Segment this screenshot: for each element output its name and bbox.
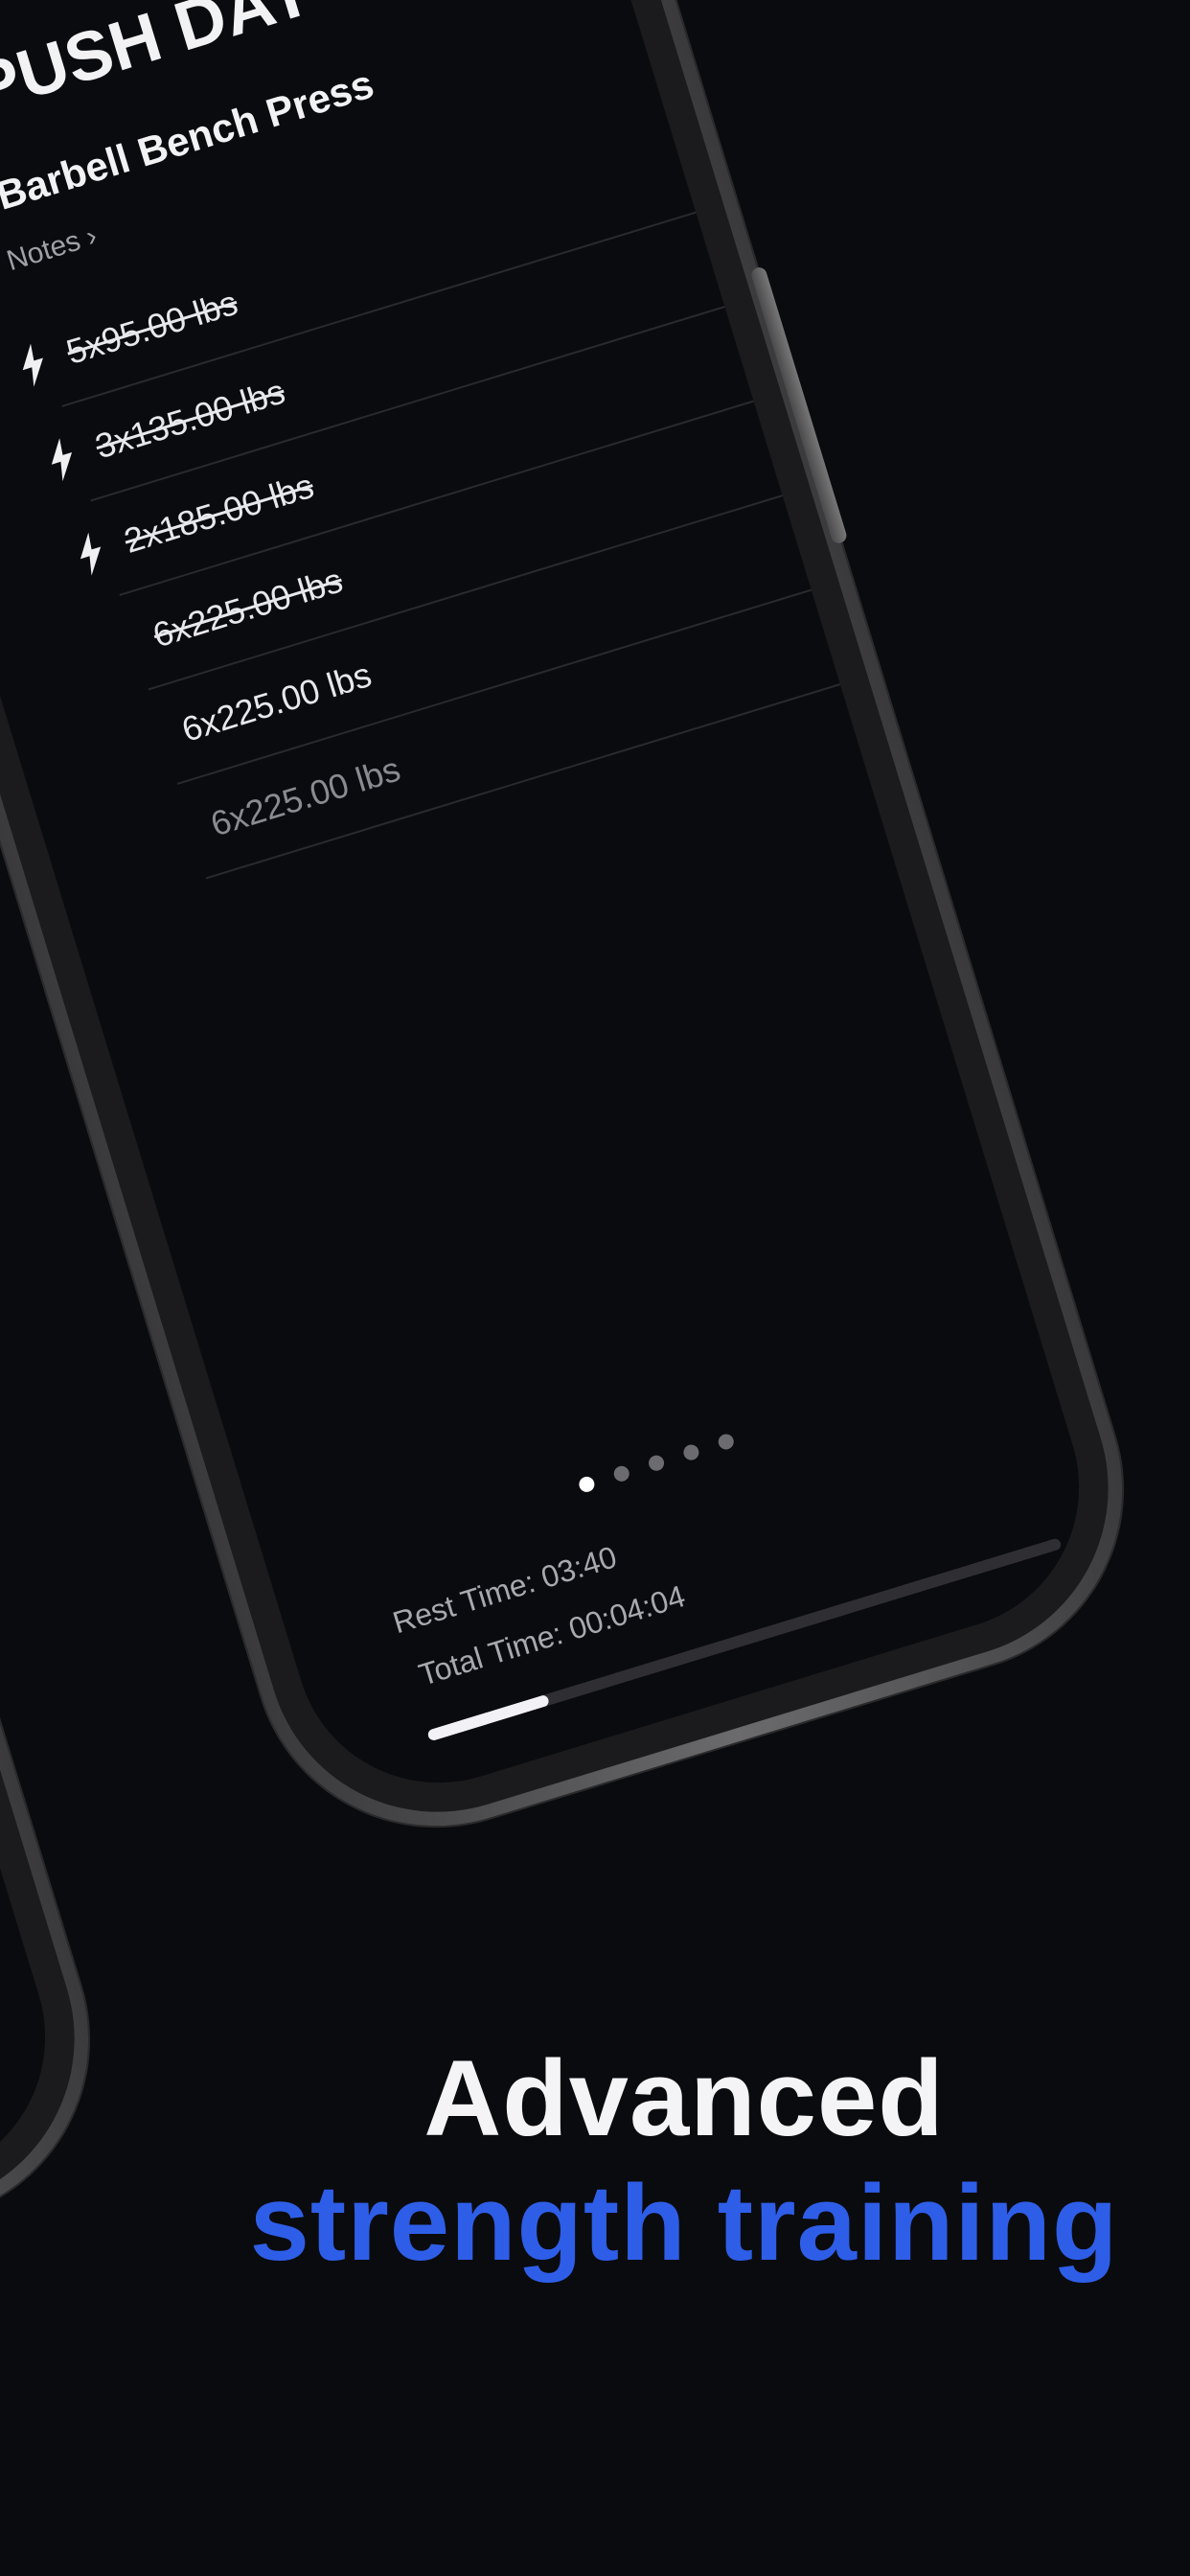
- bolt-icon: [22, 343, 43, 387]
- chevron-right-icon: ›: [81, 219, 102, 253]
- page-dot[interactable]: [647, 1453, 667, 1473]
- app-screen: PUSH DAY Barbell Bench Press Notes› 5x95…: [0, 0, 1115, 1819]
- bolt-icon: [80, 532, 102, 576]
- bolt-icon: [51, 438, 73, 482]
- headline-line1: Advanced: [423, 2038, 945, 2158]
- rest-progress-fill: [426, 1693, 551, 1742]
- page-dot[interactable]: [681, 1442, 701, 1462]
- headline-line2: strength training: [249, 2163, 1119, 2283]
- page-indicator[interactable]: [268, 1338, 1044, 1588]
- page-dot[interactable]: [716, 1432, 736, 1452]
- phone-mockup: PUSH DAY Barbell Bench Press Notes› 5x95…: [0, 0, 1168, 1872]
- notes-link[interactable]: Notes›: [3, 219, 101, 278]
- notes-label: Notes: [3, 224, 84, 278]
- page-dot[interactable]: [611, 1463, 631, 1484]
- page-dot[interactable]: [577, 1474, 597, 1494]
